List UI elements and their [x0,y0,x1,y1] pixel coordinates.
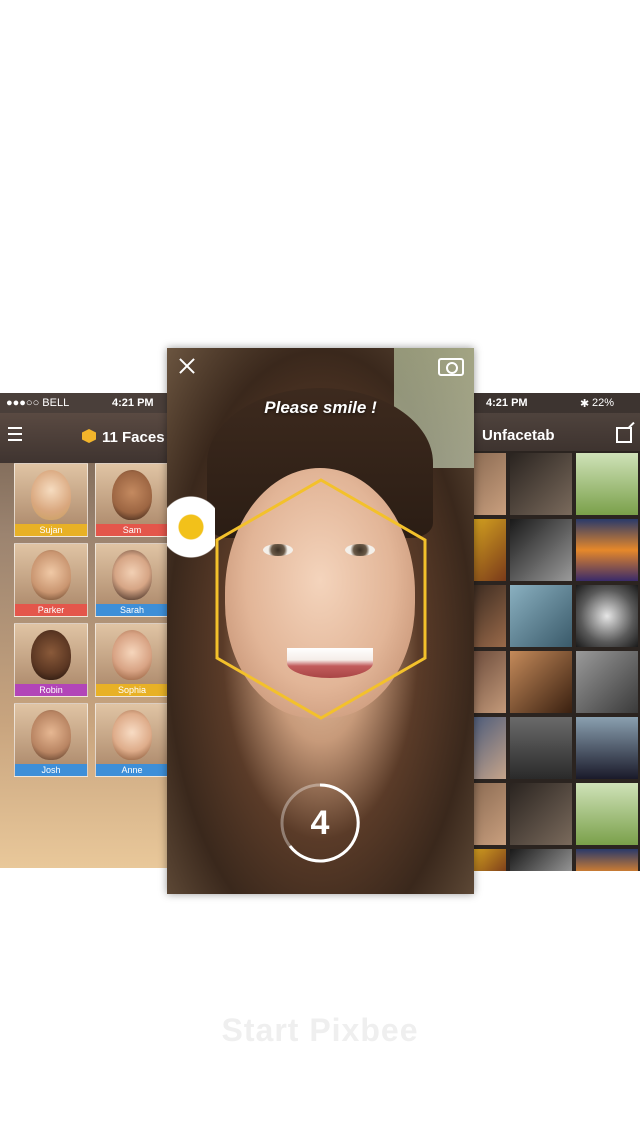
photo-thumbnail[interactable] [574,583,640,649]
photo-thumbnail[interactable] [508,781,574,847]
photo-thumbnail[interactable] [574,649,640,715]
photo-thumbnail[interactable] [474,781,508,847]
face-card-sarah[interactable]: Sarah [95,543,169,617]
photo-thumbnail[interactable] [474,649,508,715]
photo-thumbnail[interactable] [574,451,640,517]
photo-thumbnail[interactable] [474,583,508,649]
face-card-robin[interactable]: Robin [14,623,88,697]
photo-thumbnail[interactable] [574,781,640,847]
faces-title: 11 Faces [102,429,165,446]
photo-thumbnail[interactable] [508,649,574,715]
status-time: 4:21 PM [486,397,528,409]
switch-camera-icon[interactable] [438,358,464,376]
photo-thumbnail[interactable] [474,847,508,871]
status-bar: 4:21 PM ✱ 22% [474,393,640,413]
photo-thumbnail[interactable] [574,715,640,781]
face-name: Sujan [15,524,87,536]
start-pixbee-button[interactable]: Start Pixbee [0,1012,640,1049]
face-card-parker[interactable]: Parker [14,543,88,617]
face-card-josh[interactable]: Josh [14,703,88,777]
photo-thumbnail[interactable] [474,517,508,583]
smile-camera-screen: Please smile ! 4 [167,348,474,894]
countdown-timer: 4 [279,782,361,864]
face-name: Sarah [96,604,168,616]
close-icon[interactable] [177,356,197,376]
avatar [31,710,71,760]
photo-thumbnail[interactable] [508,517,574,583]
face-hexagon-frame [215,478,427,720]
face-name: Anne [96,764,168,776]
face-card-sam[interactable]: Sam [95,463,169,537]
avatar [112,550,152,600]
status-bar: ●●●○○ BELL 4:21 PM [0,393,172,413]
countdown-number: 4 [310,804,330,842]
photo-thumbnail[interactable] [574,517,640,583]
photo-thumbnail[interactable] [474,451,508,517]
face-name: Sophia [96,684,168,696]
face-name: Robin [15,684,87,696]
hamburger-menu-icon[interactable] [8,427,22,441]
face-card-anne[interactable]: Anne [95,703,169,777]
avatar [112,630,152,680]
face-name: Sam [96,524,168,536]
photo-thumbnail[interactable] [508,715,574,781]
faces-count-title: 11 Faces [82,429,165,446]
unfacetab-title: Unfacetab [482,427,555,444]
bluetooth-icon: ✱ [580,398,590,410]
daisy-flower [167,484,215,570]
battery-percent: 22% [592,397,615,409]
avatar [31,630,71,680]
avatar [31,470,71,520]
smile-prompt: Please smile ! [264,398,377,417]
photo-thumbnail[interactable] [574,847,640,871]
hexagon-icon [82,429,96,443]
photo-thumbnail[interactable] [508,847,574,871]
compose-icon[interactable] [616,427,632,443]
carrier-label: ●●●○○ BELL [6,397,70,409]
photo-thumbnail[interactable] [508,451,574,517]
faces-navbar: 11 Faces [0,413,172,463]
photo-thumbnail[interactable] [474,715,508,781]
unfacetab-screen: 4:21 PM ✱ 22% Unfacetab [474,393,640,871]
face-name: Josh [15,764,87,776]
avatar [112,710,152,760]
face-name: Parker [15,604,87,616]
photo-thumbnail[interactable] [508,583,574,649]
face-card-sophia[interactable]: Sophia [95,623,169,697]
avatar [112,470,152,520]
avatar [31,550,71,600]
face-card-sujan[interactable]: Sujan [14,463,88,537]
status-time: 4:21 PM [112,397,154,409]
faces-screen: ●●●○○ BELL 4:21 PM 11 Faces Sujan Sam Pa… [0,393,172,868]
